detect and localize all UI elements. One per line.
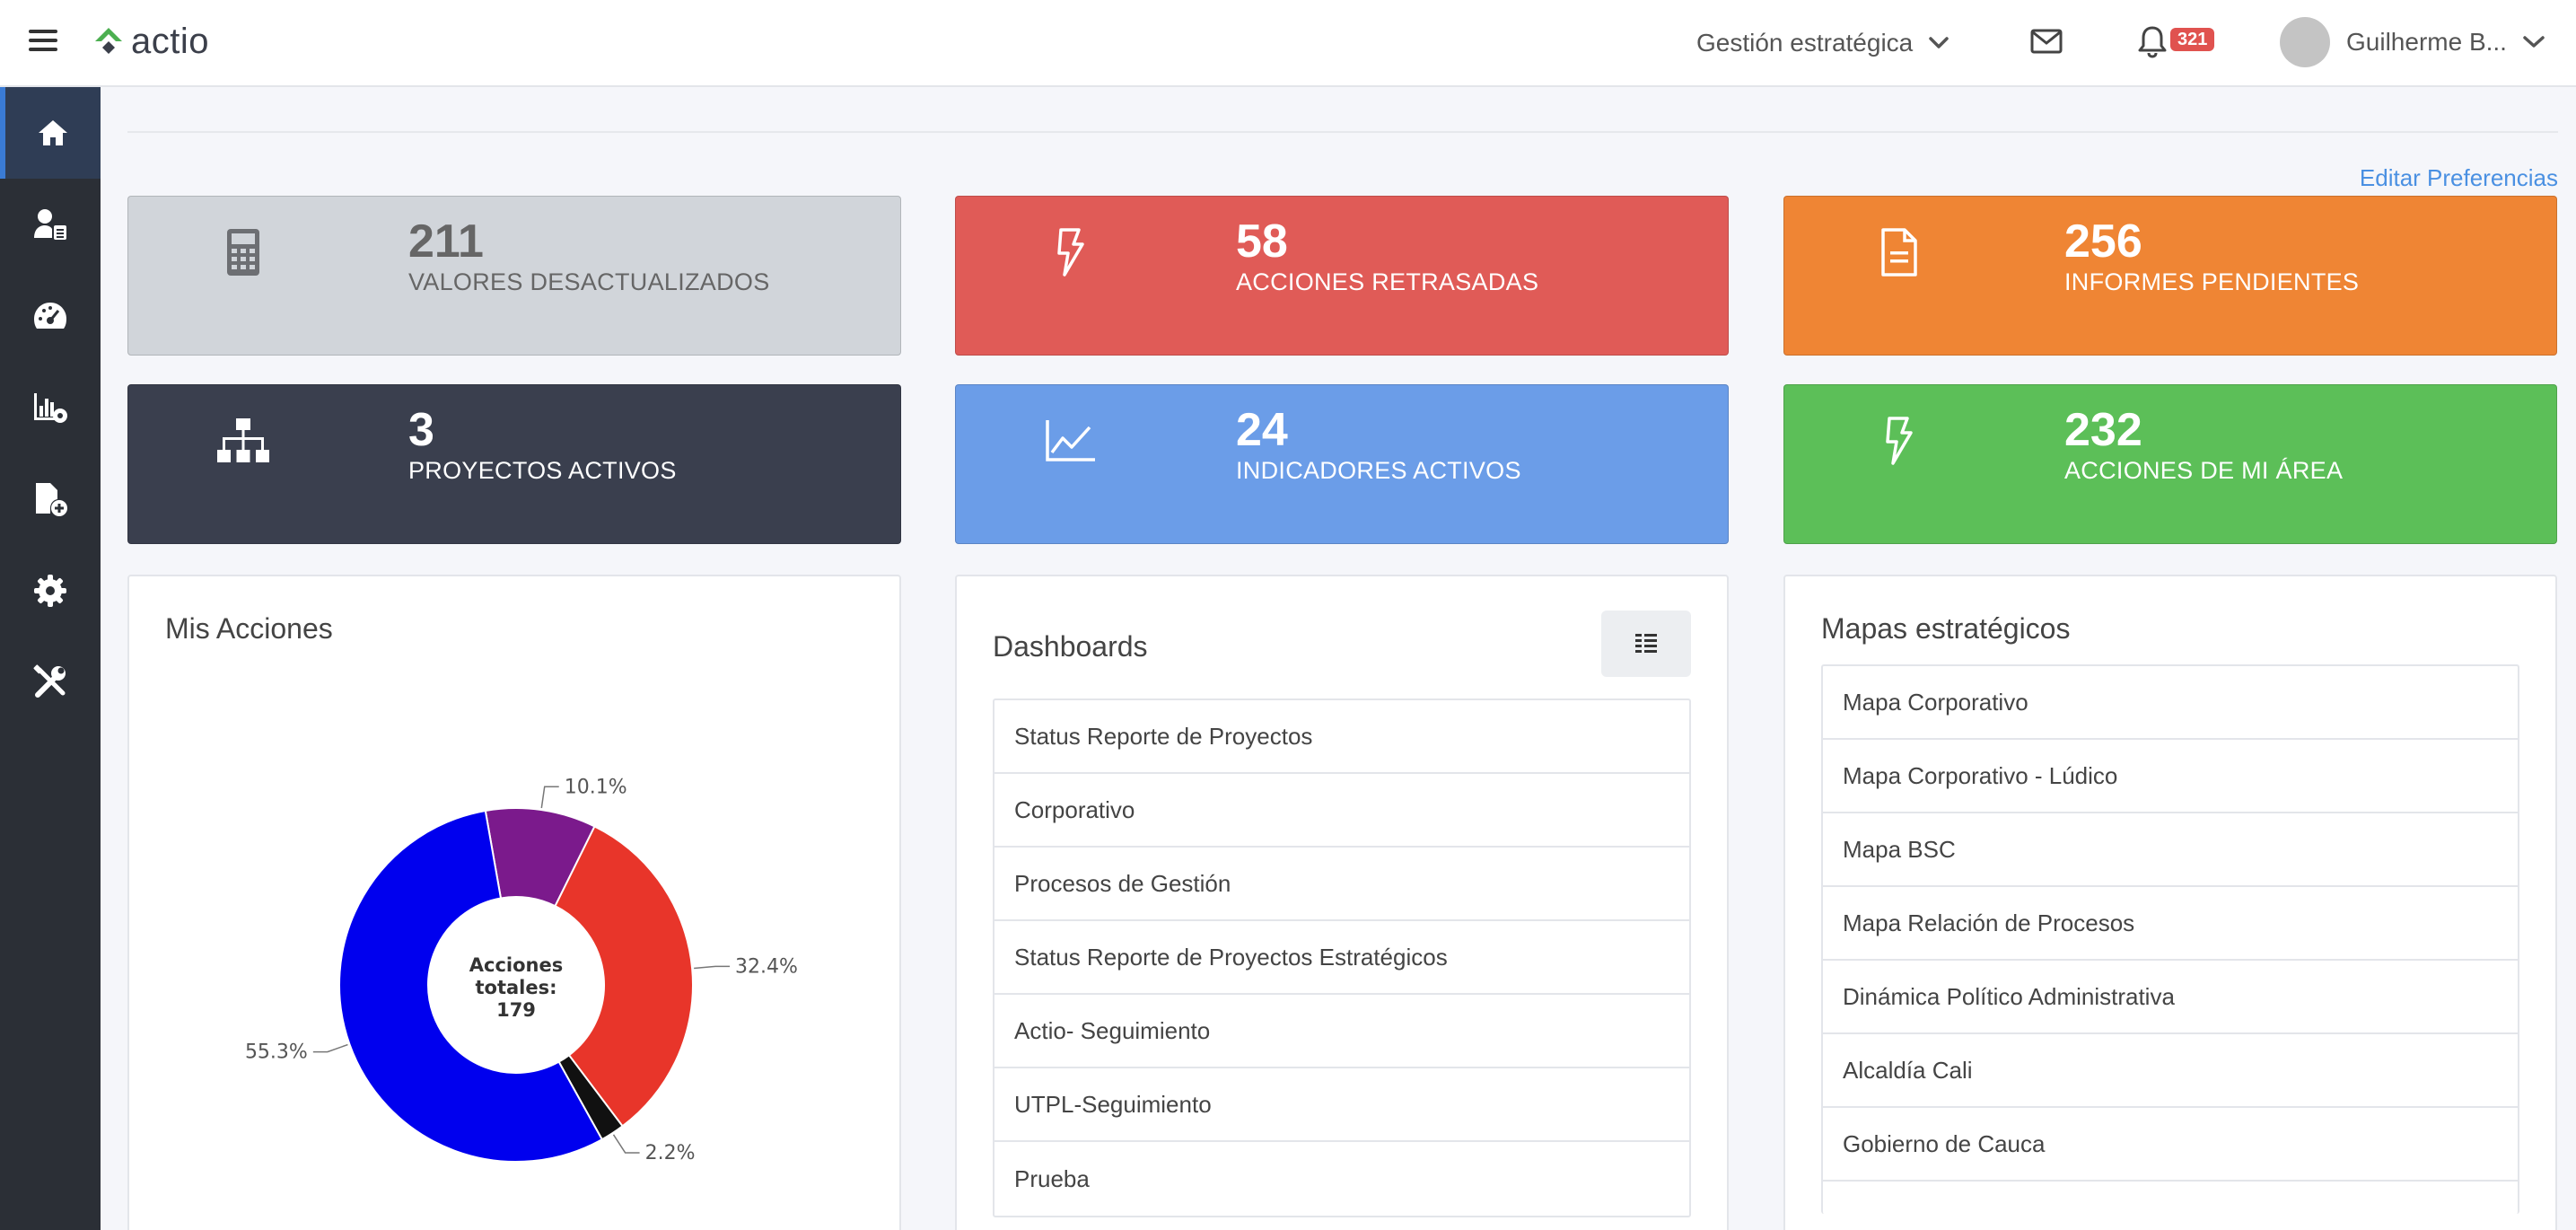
- sidebar: [0, 87, 101, 1230]
- module-select-label: Gestión estratégica: [1696, 29, 1914, 57]
- list-view-icon: [1635, 634, 1657, 653]
- card-value: 58: [1236, 215, 1288, 268]
- sidebar-item-home[interactable]: [0, 87, 101, 179]
- label-leader-line: [540, 786, 559, 809]
- list-item[interactable]: Mapa Corporativo: [1823, 666, 2518, 740]
- card-value: 211: [408, 215, 484, 268]
- card-value: 3: [408, 404, 434, 456]
- list-item[interactable]: Status Reporte de Proyectos: [994, 700, 1689, 774]
- sitemap-icon: [215, 412, 272, 470]
- card-acciones-retrasadas[interactable]: 58 ACCIONES RETRASADAS: [955, 196, 1729, 356]
- list-item[interactable]: Alcaldía Cali: [1823, 1034, 2518, 1108]
- slice-data-label: 55.3%: [245, 1041, 308, 1064]
- label-leader-line: [612, 1134, 640, 1154]
- card-value: 232: [2064, 404, 2142, 456]
- panel-title: Dashboards: [993, 630, 1148, 663]
- card-label: VALORES DESACTUALIZADOS: [408, 268, 770, 295]
- card-indicadores-activos[interactable]: 24 INDICADORES ACTIVOS: [955, 384, 1729, 544]
- sidebar-item-settings[interactable]: [0, 545, 101, 637]
- card-informes-pendientes[interactable]: 256 INFORMES PENDIENTES: [1783, 196, 2557, 356]
- list-item[interactable]: Gobierno de Cauca: [1823, 1108, 2518, 1182]
- bell-icon[interactable]: [2134, 20, 2170, 63]
- card-label: INDICADORES ACTIVOS: [1236, 457, 1521, 484]
- list-item[interactable]: [1823, 1182, 2518, 1214]
- line-chart-icon: [1042, 412, 1100, 470]
- label-leader-line: [694, 965, 731, 970]
- document-icon: [1871, 224, 1928, 281]
- chart-settings-icon: [34, 393, 67, 423]
- list-item[interactable]: UTPL-Seguimiento: [994, 1068, 1689, 1142]
- slice-data-label: 10.1%: [565, 776, 627, 798]
- chevron-down-icon: [2523, 36, 2545, 48]
- list-view-button[interactable]: [1601, 611, 1691, 677]
- hamburger-menu-icon[interactable]: [29, 24, 61, 57]
- list-item[interactable]: Status Reporte de Proyectos Estratégicos: [994, 921, 1689, 995]
- module-select[interactable]: Gestión estratégica: [1696, 22, 1949, 65]
- chevron-down-icon: [1929, 37, 1949, 48]
- card-value: 24: [1236, 404, 1288, 456]
- top-divider: [127, 131, 2558, 133]
- actio-logo[interactable]: actio: [93, 16, 209, 66]
- user-list-icon: [34, 209, 66, 240]
- label-leader-line: [312, 1043, 348, 1053]
- card-label: INFORMES PENDIENTES: [2064, 268, 2360, 295]
- card-valores-desactualizados[interactable]: 211 VALORES DESACTUALIZADOS: [127, 196, 901, 356]
- card-label: ACCIONES DE MI ÁREA: [2064, 457, 2344, 484]
- dashboard-gauge-icon: [34, 303, 66, 329]
- panel-title: Mapas estratégicos: [1821, 612, 2071, 645]
- card-value: 256: [2064, 215, 2142, 268]
- list-item[interactable]: Dinámica Político Administrativa: [1823, 961, 2518, 1034]
- card-acciones-mi-area[interactable]: 232 ACCIONES DE MI ÁREA: [1783, 384, 2557, 544]
- edit-preferences-link[interactable]: Editar Preferencias: [2360, 164, 2558, 192]
- mis-acciones-panel: Mis Acciones 10.1% 32.4% 2.2% 55.3% Accione…: [127, 575, 901, 1230]
- slice-data-label: 2.2%: [645, 1142, 696, 1164]
- bolt-icon: [1042, 224, 1100, 281]
- slice-data-label: 32.4%: [735, 955, 798, 978]
- user-menu[interactable]: Guilherme B...: [2280, 16, 2545, 68]
- list-item[interactable]: Mapa Corporativo - Lúdico: [1823, 740, 2518, 813]
- card-label: PROYECTOS ACTIVOS: [408, 457, 677, 484]
- avatar: [2280, 17, 2330, 67]
- gear-icon: [34, 575, 66, 607]
- chart-center-line1: Acciones: [469, 954, 563, 976]
- user-name: Guilherme B...: [2346, 28, 2507, 56]
- list-item[interactable]: Prueba: [994, 1142, 1689, 1216]
- dashboards-list: Status Reporte de Proyectos Corporativo …: [993, 698, 1691, 1217]
- logo-text: actio: [131, 21, 209, 61]
- sidebar-item-dashboards[interactable]: [0, 270, 101, 362]
- sidebar-item-indicators[interactable]: [0, 362, 101, 453]
- calculator-icon: [215, 224, 272, 281]
- list-item[interactable]: Mapa BSC: [1823, 813, 2518, 887]
- list-item[interactable]: Procesos de Gestión: [994, 848, 1689, 921]
- mapas-list: Mapa Corporativo Mapa Corporativo - Lúdi…: [1821, 664, 2519, 1214]
- card-label: ACCIONES RETRASADAS: [1236, 268, 1539, 295]
- top-bar: actio Gestión estratégica 321 Guilherme …: [0, 0, 2576, 87]
- chart-center-total: 179: [496, 999, 536, 1021]
- card-proyectos-activos[interactable]: 3 PROYECTOS ACTIVOS: [127, 384, 901, 544]
- sidebar-item-users[interactable]: [0, 179, 101, 270]
- bolt-icon: [1871, 412, 1928, 470]
- dashboards-panel: Dashboards Status Reporte de Proyectos C…: [955, 575, 1729, 1230]
- file-add-icon: [36, 483, 67, 516]
- list-item[interactable]: Actio- Seguimiento: [994, 995, 1689, 1068]
- logo-mark-icon: [95, 28, 122, 54]
- notifications-badge[interactable]: 321: [2170, 28, 2215, 51]
- home-icon: [39, 120, 67, 145]
- sidebar-item-new-file[interactable]: [0, 453, 101, 545]
- mail-icon[interactable]: [2027, 22, 2066, 61]
- list-item[interactable]: Corporativo: [994, 774, 1689, 848]
- list-item[interactable]: Mapa Relación de Procesos: [1823, 887, 2518, 961]
- chart-center-line2: totales:: [475, 977, 556, 998]
- tools-icon: [33, 664, 66, 698]
- mapas-panel: Mapas estratégicos Mapa Corporativo Mapa…: [1783, 575, 2557, 1230]
- donut-chart: 10.1% 32.4% 2.2% 55.3% Acciones totales: 17…: [245, 776, 798, 1164]
- sidebar-item-tools[interactable]: [0, 637, 101, 728]
